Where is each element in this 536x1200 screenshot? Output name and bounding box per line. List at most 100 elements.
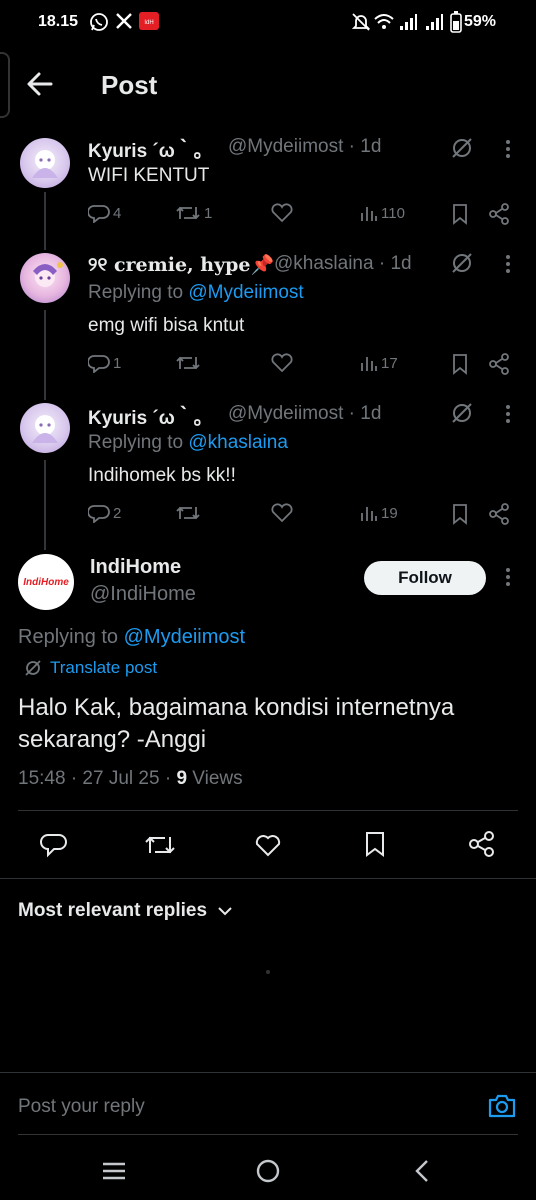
mute-icon bbox=[352, 13, 370, 31]
repost-icon bbox=[176, 356, 200, 370]
replying-prefix: Replying to bbox=[18, 626, 124, 648]
battery-icon bbox=[450, 11, 462, 33]
views-count: 110 bbox=[381, 204, 405, 222]
reply-count: 4 bbox=[113, 204, 122, 222]
indihome-avatar[interactable]: IndiHome bbox=[18, 554, 74, 610]
grok-icon[interactable] bbox=[450, 251, 474, 275]
replying-mention[interactable]: @Mydeiimost bbox=[124, 626, 245, 648]
reply-icon[interactable] bbox=[40, 832, 68, 858]
replying-mention[interactable]: @Mydeiimost bbox=[188, 282, 303, 303]
whatsapp-icon bbox=[90, 13, 108, 31]
camera-icon[interactable] bbox=[487, 1092, 517, 1120]
divider bbox=[18, 810, 518, 811]
views-count: 19 bbox=[381, 504, 398, 522]
share-icon[interactable] bbox=[488, 503, 510, 525]
views-button[interactable]: 17 bbox=[360, 353, 398, 373]
reply-button[interactable]: 4 bbox=[88, 203, 121, 223]
repost-button[interactable] bbox=[175, 503, 204, 523]
divider bbox=[0, 1072, 536, 1073]
replying-to: Replying to @khaslaina bbox=[88, 432, 288, 454]
reply-icon bbox=[88, 355, 110, 373]
repost-icon bbox=[176, 206, 200, 220]
thread-post[interactable]: Kyuris ´ω｀｡ @Mydeiimost · 1d Replying to… bbox=[0, 395, 536, 535]
more-icon[interactable] bbox=[498, 253, 518, 275]
recents-icon[interactable] bbox=[101, 1160, 127, 1182]
replies-sort-label: Most relevant replies bbox=[18, 900, 208, 921]
post-text: WIFI KENTUT bbox=[88, 165, 210, 186]
x-logo-icon bbox=[116, 13, 132, 29]
views-button[interactable]: 19 bbox=[360, 503, 398, 523]
wifi-icon bbox=[374, 14, 394, 29]
status-bar: 18.15 IdH 59% bbox=[0, 0, 536, 46]
like-icon[interactable] bbox=[270, 203, 294, 223]
reply-count: 2 bbox=[113, 504, 122, 522]
more-icon[interactable] bbox=[498, 403, 518, 425]
grok-icon[interactable] bbox=[450, 401, 474, 425]
more-icon[interactable] bbox=[498, 138, 518, 160]
replying-mention[interactable]: @khaslaina bbox=[188, 432, 288, 453]
post-text: Halo Kak, bagaimana kondisi internetnya … bbox=[18, 694, 455, 753]
indihome-logo-text: IndiHome bbox=[23, 576, 69, 588]
share-icon[interactable] bbox=[468, 830, 496, 858]
status-time: 18.15 bbox=[38, 13, 79, 30]
author-name[interactable]: ୨୧ cremie, hype📌 bbox=[88, 253, 274, 276]
chevron-down-icon bbox=[218, 907, 232, 916]
back-arrow-icon[interactable] bbox=[24, 66, 56, 102]
grok-icon[interactable] bbox=[450, 136, 474, 160]
repost-button[interactable]: 1 bbox=[175, 203, 212, 223]
share-icon[interactable] bbox=[488, 203, 510, 225]
author-name[interactable]: Kyuris ´ω｀｡ bbox=[88, 403, 203, 430]
views-icon bbox=[361, 357, 377, 371]
repost-icon[interactable] bbox=[144, 832, 176, 858]
author-name[interactable]: IndiHome bbox=[90, 556, 181, 579]
author-handle[interactable]: @khaslaina · 1d bbox=[274, 253, 412, 275]
bookmark-icon[interactable] bbox=[450, 203, 470, 225]
translate-post-button[interactable]: Translate post bbox=[24, 658, 157, 678]
author-handle[interactable]: @Mydeiimost · 1d bbox=[228, 136, 381, 158]
post-meta: 15:48 · 27 Jul 25 · 9 Views bbox=[18, 768, 243, 790]
post-timestamp: 15:48 · 27 Jul 25 · bbox=[18, 768, 177, 789]
author-name[interactable]: Kyuris ´ω｀｡ bbox=[88, 136, 203, 163]
bookmark-icon[interactable] bbox=[450, 503, 470, 525]
like-icon[interactable] bbox=[254, 832, 282, 858]
views-button[interactable]: 110 bbox=[360, 203, 405, 223]
author-handle[interactable]: @Mydeiimost · 1d bbox=[228, 403, 381, 425]
replying-to: Replying to @Mydeiimost bbox=[18, 626, 245, 649]
reply-button[interactable]: 1 bbox=[88, 353, 121, 373]
divider bbox=[0, 878, 536, 879]
edge-panel-handle[interactable] bbox=[0, 52, 10, 118]
like-icon[interactable] bbox=[270, 503, 294, 523]
like-icon[interactable] bbox=[270, 353, 294, 373]
more-icon[interactable] bbox=[498, 566, 518, 588]
bookmark-icon[interactable] bbox=[450, 353, 470, 375]
reply-count: 1 bbox=[113, 354, 122, 372]
replying-prefix: Replying to bbox=[88, 432, 189, 453]
follow-button[interactable]: Follow bbox=[364, 561, 486, 595]
avatar[interactable] bbox=[20, 403, 70, 453]
avatar[interactable] bbox=[20, 138, 70, 188]
home-icon[interactable] bbox=[255, 1158, 281, 1184]
author-handle[interactable]: @IndiHome bbox=[90, 583, 196, 606]
thread-post[interactable]: Kyuris ´ω｀｡ @Mydeiimost · 1d WIFI KENTUT… bbox=[0, 130, 536, 240]
translate-icon bbox=[25, 660, 41, 676]
post-text: emg wifi bisa kntut bbox=[88, 315, 245, 336]
reply-button[interactable]: 2 bbox=[88, 503, 121, 523]
reply-icon bbox=[88, 205, 110, 223]
repost-icon bbox=[176, 506, 200, 520]
bookmark-icon[interactable] bbox=[363, 830, 387, 858]
svg-text:IdH: IdH bbox=[144, 20, 153, 26]
share-icon[interactable] bbox=[488, 353, 510, 375]
signal-icon bbox=[400, 14, 417, 30]
page-title: Post bbox=[101, 70, 158, 100]
repost-count: 1 bbox=[204, 204, 213, 222]
views-icon bbox=[361, 507, 377, 521]
replies-sort-button[interactable]: Most relevant replies bbox=[18, 900, 233, 922]
views-icon bbox=[361, 207, 377, 221]
views-count: 17 bbox=[381, 354, 398, 372]
avatar[interactable] bbox=[20, 253, 70, 303]
repost-button[interactable] bbox=[175, 353, 204, 373]
reply-input[interactable]: Post your reply bbox=[18, 1096, 145, 1118]
thread-post[interactable]: ୨୧ cremie, hype📌 @khaslaina · 1d Replyin… bbox=[0, 245, 536, 385]
back-icon[interactable] bbox=[412, 1158, 432, 1184]
loading-dot bbox=[266, 970, 270, 974]
